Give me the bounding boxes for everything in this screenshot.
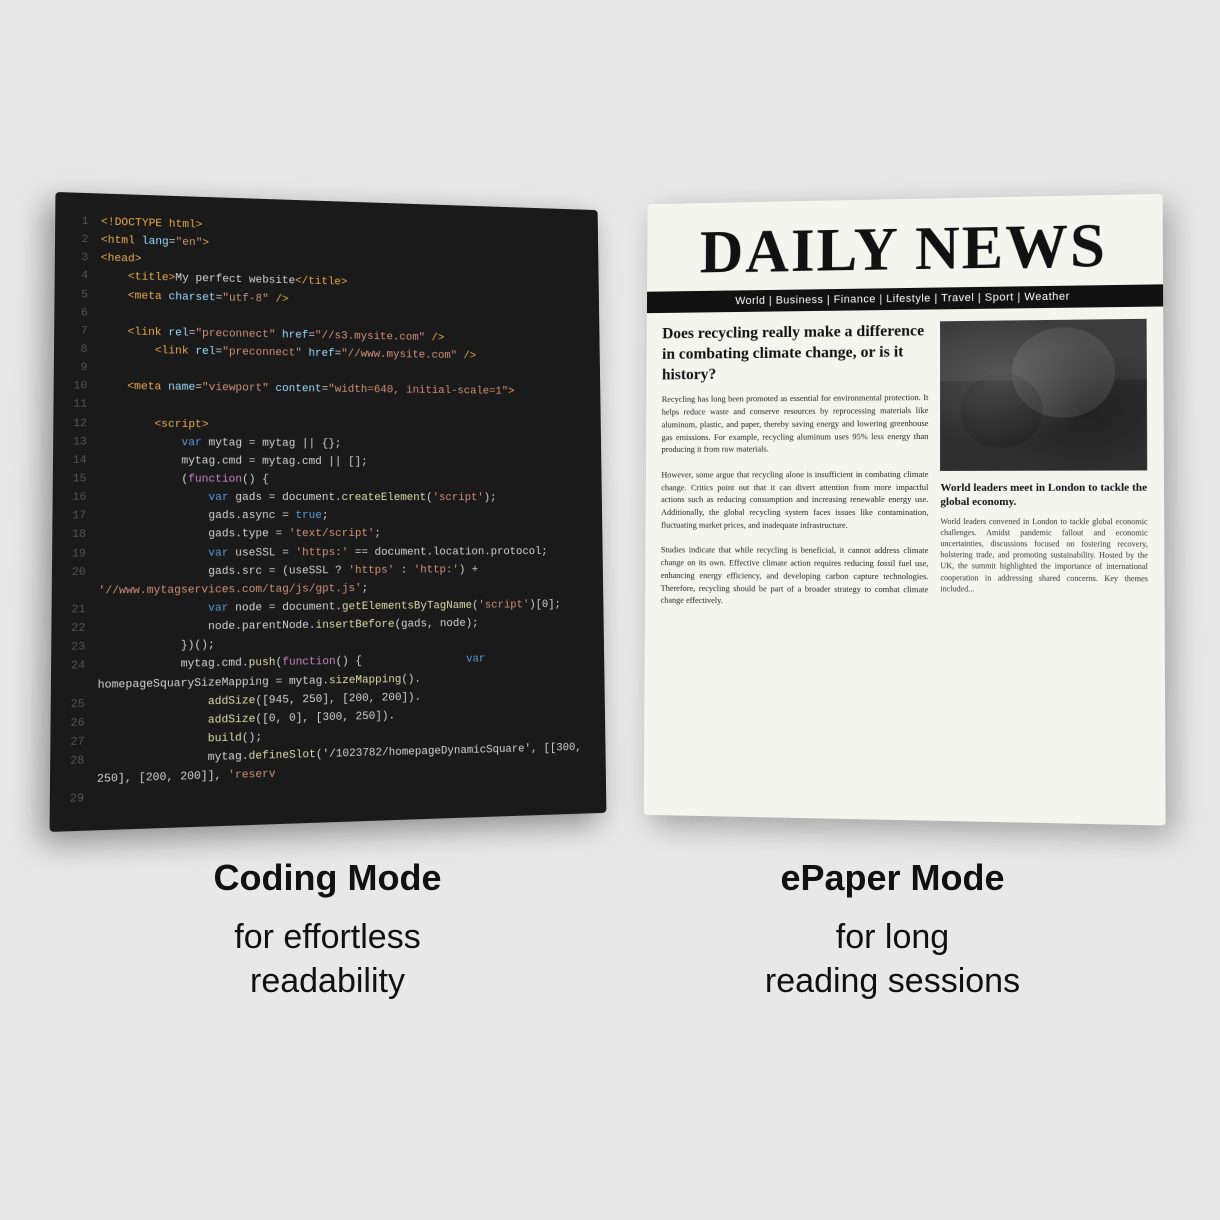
newspaper-header: DAILY NEWS — [647, 193, 1163, 283]
code-line: 20 gads.src = (useSSL ? 'https' : 'http:… — [69, 560, 588, 601]
epaper-mode-label-block: ePaper Mode for longreading sessions — [625, 857, 1160, 1003]
code-content: 1<!DOCTYPE html> 2<html lang="en"> 3<hea… — [67, 212, 591, 809]
code-line: 14 mytag.cmd = mytag.cmd || []; — [70, 451, 587, 472]
screens-row: 1<!DOCTYPE html> 2<html lang="en"> 3<hea… — [60, 197, 1160, 818]
news-caption-body: World leaders convened in London to tack… — [940, 515, 1148, 595]
coding-mode-title: Coding Mode — [60, 857, 595, 899]
labels-row: Coding Mode for effortlessreadability eP… — [60, 857, 1160, 1003]
code-line: 17 gads.async = true; — [69, 507, 587, 526]
code-line: 18 gads.type = 'text/script'; — [69, 524, 587, 544]
newspaper-screen: DAILY NEWS World | Business | Finance | … — [644, 193, 1166, 824]
coding-mode-label-block: Coding Mode for effortlessreadability — [60, 857, 595, 1003]
epaper-mode-title: ePaper Mode — [625, 857, 1160, 899]
news-image — [940, 318, 1147, 470]
news-image-caption: World leaders meet in London to tackle t… — [940, 480, 1147, 509]
main-container: 1<!DOCTYPE html> 2<html lang="en"> 3<hea… — [60, 197, 1160, 1024]
newspaper-nav: World | Business | Finance | Lifestyle |… — [647, 284, 1163, 313]
article-body: Recycling has long been promoted as esse… — [661, 391, 929, 608]
code-editor-screen: 1<!DOCTYPE html> 2<html lang="en"> 3<hea… — [50, 192, 607, 831]
code-line: 15 (function() { — [70, 470, 587, 490]
article-headline: Does recycling really make a difference … — [662, 321, 929, 385]
newspaper-title: DAILY NEWS — [666, 214, 1142, 283]
code-line: 16 var gads = document.createElement('sc… — [69, 488, 586, 507]
code-line: 13 var mytag = mytag || {}; — [70, 432, 586, 454]
newspaper-left-column: Does recycling really make a difference … — [661, 321, 929, 608]
coding-mode-subtitle: for effortlessreadability — [60, 915, 595, 1003]
epaper-mode-subtitle: for longreading sessions — [625, 915, 1160, 1003]
newspaper-right-column: World leaders meet in London to tackle t… — [940, 318, 1148, 609]
newspaper-body: Does recycling really make a difference … — [645, 318, 1165, 626]
